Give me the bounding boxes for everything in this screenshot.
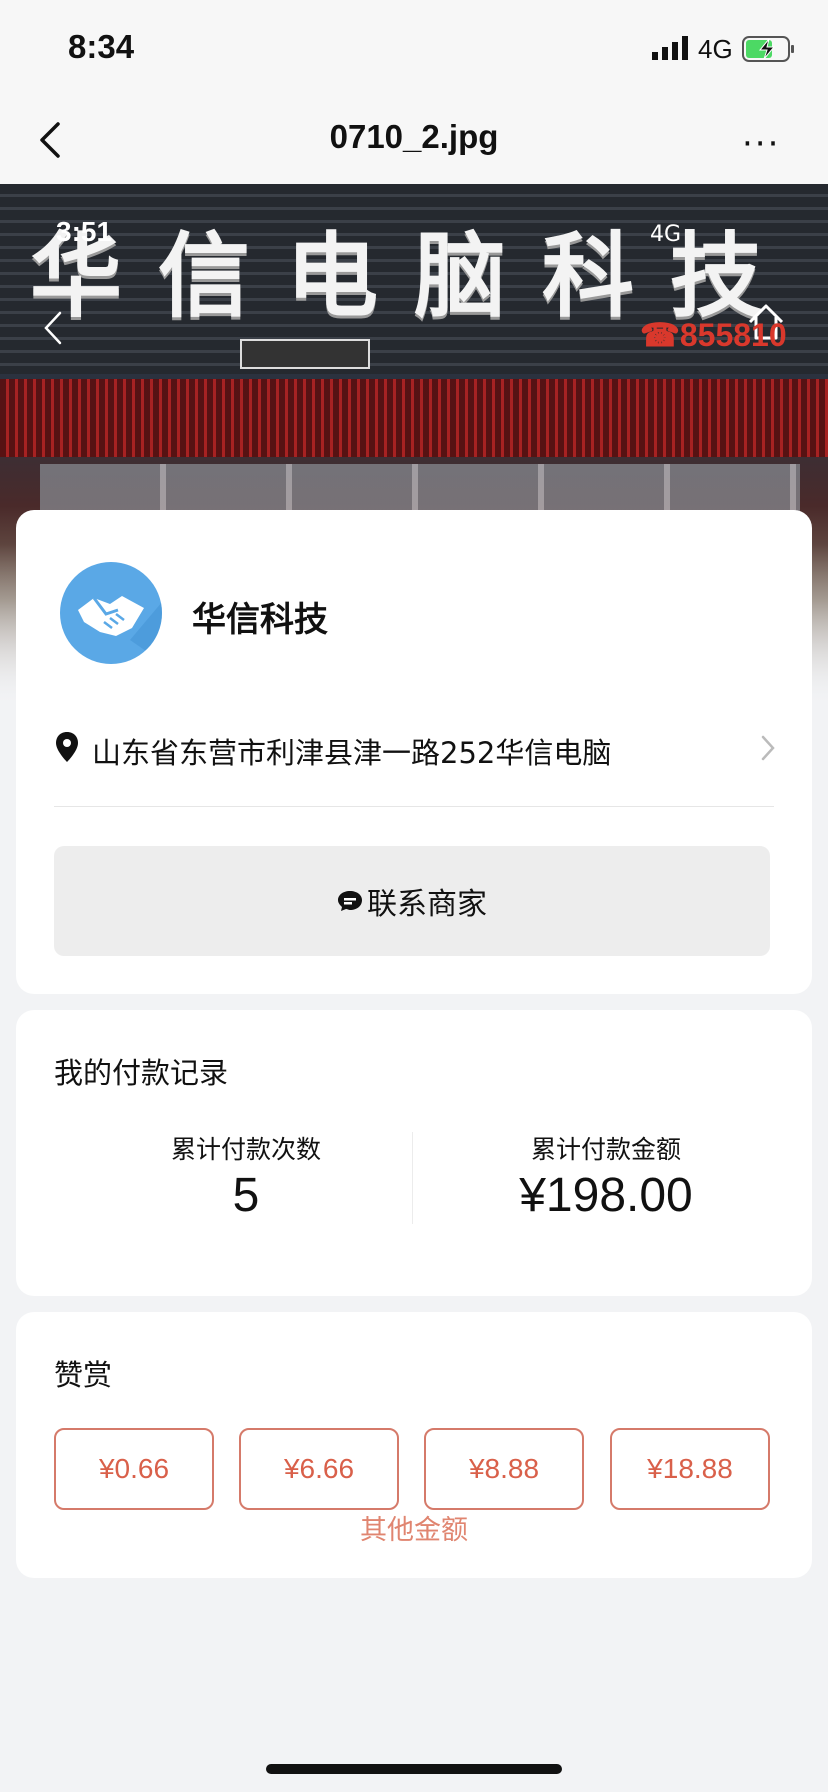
page-title: 0710_2.jpg — [329, 118, 499, 155]
chevron-right-icon — [761, 735, 775, 761]
embedded-network-type: 4G — [650, 222, 682, 247]
payment-count-label: 累计付款次数 — [170, 1135, 321, 1164]
tip-title: 赞赏 — [54, 1358, 113, 1392]
merchant-card: 华信科技 山东省东营市利津县津一路252华信电脑 联系商家 — [16, 510, 812, 994]
embedded-back-icon — [44, 311, 62, 345]
merchant-avatar — [60, 562, 162, 664]
payment-amount-value: ¥198.00 — [519, 1169, 693, 1222]
contact-merchant-button[interactable]: 联系商家 — [54, 846, 770, 956]
battery-charging-icon — [742, 36, 794, 62]
led-banner — [0, 379, 828, 457]
payment-amount-stat: 累计付款金额 ¥198.00 — [436, 1130, 776, 1223]
shop-plaque — [240, 339, 370, 369]
signal-icon — [652, 36, 688, 60]
status-bar: 8:34 4G — [0, 0, 828, 96]
payment-records-title: 我的付款记录 — [54, 1056, 229, 1090]
home-indicator[interactable] — [266, 1764, 562, 1774]
payment-amount-label: 累计付款金额 — [530, 1135, 681, 1164]
address-row[interactable]: 山东省东营市利津县津一路252华信电脑 — [56, 724, 776, 774]
status-time: 8:34 — [68, 28, 135, 65]
stat-divider — [412, 1132, 413, 1224]
network-type: 4G — [698, 34, 733, 64]
merchant-name: 华信科技 — [192, 600, 328, 640]
tip-amount-options: ¥0.66 ¥6.66 ¥8.88 ¥18.88 — [54, 1428, 778, 1514]
embedded-status-time: 3:51 — [56, 216, 113, 247]
tip-amount-button[interactable]: ¥18.88 — [610, 1428, 770, 1510]
payment-count-stat: 累计付款次数 5 — [76, 1130, 416, 1223]
payment-records-card: 我的付款记录 累计付款次数 5 累计付款金额 ¥198.00 — [16, 1010, 812, 1296]
payment-count-value: 5 — [232, 1169, 260, 1222]
address-text: 山东省东营市利津县津一路252华信电脑 — [92, 736, 612, 770]
divider — [54, 806, 774, 807]
location-pin-icon — [56, 732, 78, 762]
handshake-icon — [78, 596, 162, 662]
shop-phone: ☎855810 — [640, 317, 787, 353]
other-amount-link[interactable]: 其他金额 — [16, 1508, 812, 1547]
more-options-icon[interactable]: ··· — [742, 124, 780, 164]
tip-amount-button[interactable]: ¥8.88 — [424, 1428, 584, 1510]
chat-icon — [338, 891, 362, 911]
tip-amount-button[interactable]: ¥0.66 — [54, 1428, 214, 1510]
navigation-bar: 0710_2.jpg ··· — [0, 96, 828, 184]
contact-merchant-label: 联系商家 — [367, 887, 487, 922]
tip-amount-button[interactable]: ¥6.66 — [239, 1428, 399, 1510]
tip-card: 赞赏 ¥0.66 ¥6.66 ¥8.88 ¥18.88 其他金额 — [16, 1312, 812, 1578]
